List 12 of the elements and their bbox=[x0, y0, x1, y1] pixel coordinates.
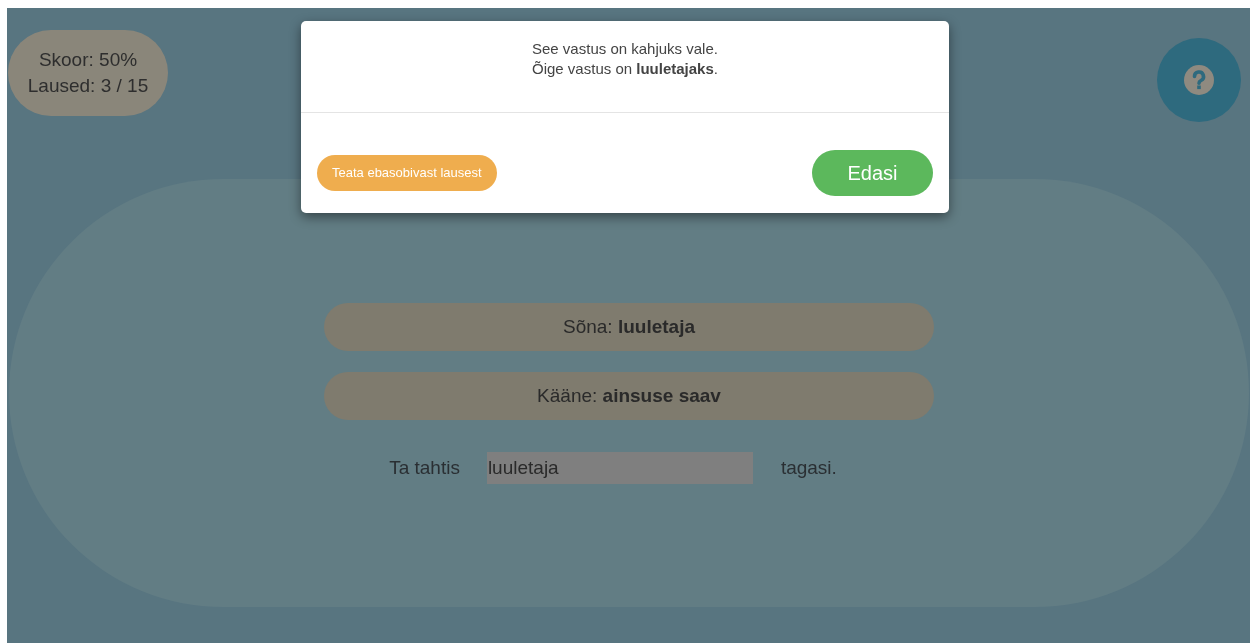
score-text: Skoor: 50% bbox=[38, 48, 138, 72]
next-button[interactable]: Edasi bbox=[812, 150, 933, 196]
case-label: Kääne: ainsuse saav bbox=[324, 372, 934, 420]
answer-field[interactable]: luuletaja bbox=[486, 452, 753, 484]
help-icon bbox=[1184, 65, 1214, 95]
feedback-message: See vastus on kahjuks vale. bbox=[532, 39, 718, 59]
word-label: Sõna: luuletaja bbox=[324, 303, 934, 351]
report-sentence-button[interactable]: Teata ebasobivast lausest bbox=[317, 155, 497, 191]
sentences-count: Laused: 3 / 15 bbox=[27, 74, 149, 98]
sentence-end: tagasi. bbox=[780, 455, 837, 480]
correct-answer-text: Õige vastus on luuletajaks. bbox=[532, 59, 718, 79]
sentence-start: Ta tahtis bbox=[389, 455, 460, 480]
